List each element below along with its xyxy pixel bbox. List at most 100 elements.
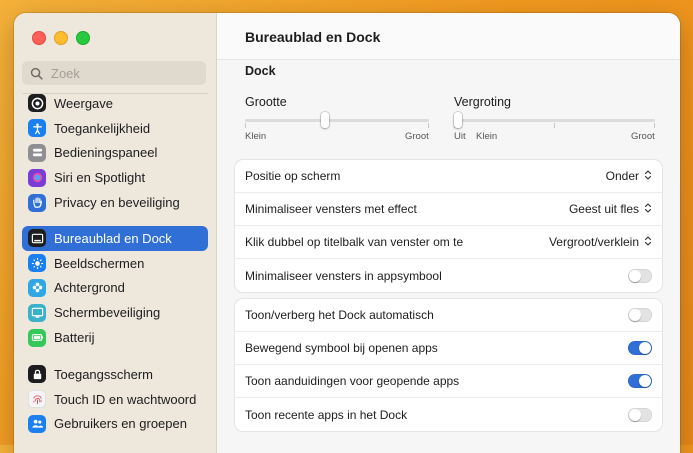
sidebar-item-touch-id-en-wachtwoord[interactable]: Touch ID en wachtwoord: [22, 387, 208, 412]
sidebar-item-batterij[interactable]: Batterij: [22, 325, 208, 350]
slider-tick: [428, 123, 429, 128]
slider-tick: [554, 123, 555, 128]
setting-label: Toon/verberg het Dock automatisch: [245, 308, 434, 322]
battery-icon: [28, 328, 46, 347]
setting-row: Toon aanduidingen voor geopende apps: [235, 365, 662, 398]
sidebar: Weergave Toegankelijkheid Bedieningspaneel…: [14, 13, 217, 453]
content-header: Bureaublad en Dock: [217, 13, 680, 60]
size-slider-label: Grootte: [245, 95, 287, 109]
window-controls: [32, 31, 90, 45]
accessibility-icon: [28, 119, 46, 138]
settings-window: Weergave Toegankelijkheid Bedieningspaneel…: [14, 13, 680, 453]
popup-value: Onder: [605, 169, 639, 183]
lock-icon: [28, 365, 46, 384]
setting-popup-button[interactable]: Onder: [606, 169, 652, 184]
sidebar-group-system: Weergave Toegankelijkheid Bedieningspaneel…: [22, 91, 208, 215]
dock-settings-card: Positie op scherm Onder Minimaliseer venst…: [235, 160, 662, 292]
setting-label: Toon aanduidingen voor geopende apps: [245, 374, 460, 388]
setting-label: Minimaliseer vensters met effect: [245, 202, 417, 216]
search-input[interactable]: [49, 64, 203, 82]
setting-toggle[interactable]: [628, 268, 652, 283]
sidebar-item-label: Schermbeveiliging: [54, 305, 161, 321]
sidebar-item-gebruikers-en-groepen[interactable]: Gebruikers en groepen: [22, 412, 208, 437]
sidebar-item-label: Bedieningspaneel: [54, 145, 158, 161]
setting-row: Minimaliseer vensters met effect Geest ui…: [235, 193, 662, 226]
sidebar-item-achtergrond[interactable]: Achtergrond: [22, 276, 208, 301]
sidebar-item-label: Toegankelijkheid: [54, 120, 151, 136]
size-slider-thumb[interactable]: [320, 112, 329, 128]
chevron-up-down-icon: [639, 169, 652, 184]
chevron-up-down-icon: [639, 235, 652, 250]
setting-popup-button[interactable]: Vergroot/verklein: [549, 235, 652, 250]
setting-toggle[interactable]: [628, 407, 652, 422]
setting-toggle[interactable]: [628, 374, 652, 388]
close-window-button[interactable]: [32, 31, 46, 45]
magnify-slider-label: Vergroting: [454, 95, 511, 109]
sidebar-item-bedieningspaneel[interactable]: Bedieningspaneel: [22, 141, 208, 166]
sidebar-item-weergave[interactable]: Weergave: [22, 91, 208, 116]
search-field[interactable]: [22, 61, 206, 85]
magnify-slider-thumb[interactable]: [454, 112, 462, 128]
setting-toggle[interactable]: [628, 341, 652, 355]
slider-tick: [245, 123, 246, 128]
control-center-icon: [28, 143, 46, 162]
setting-row: Klik dubbel op titelbalk van venster om …: [235, 226, 662, 259]
setting-label: Positie op scherm: [245, 169, 341, 183]
magnify-max-label: Groot: [631, 131, 655, 142]
sidebar-item-label: Bureaublad en Dock: [54, 230, 172, 246]
sidebar-item-label: Weergave: [54, 95, 114, 111]
magnify-min-label: Klein: [476, 131, 498, 142]
setting-label: Bewegend symbool bij openen apps: [245, 341, 438, 355]
sidebar-item-privacy-en-beveiliging[interactable]: Privacy en beveiliging: [22, 190, 208, 215]
popup-value: Geest uit fles: [568, 202, 639, 216]
setting-label: Minimaliseer vensters in appsymbool: [245, 268, 442, 283]
minimize-window-button[interactable]: [54, 31, 68, 45]
size-max-label: Groot: [405, 131, 429, 142]
sidebar-item-beeldschermen[interactable]: Beeldschermen: [22, 251, 208, 276]
slider-tick: [654, 123, 655, 128]
main-content: Bureaublad en Dock Dock Grootte Klein Gr…: [217, 13, 680, 453]
size-min-label: Klein: [245, 131, 267, 142]
setting-toggle[interactable]: [628, 308, 652, 322]
sidebar-group-security: Toegangsscherm Touch ID en wachtwoord Gebr…: [22, 362, 208, 436]
screensaver-icon: [28, 303, 46, 322]
sidebar-item-label: Touch ID en wachtwoord: [54, 391, 197, 407]
display-sun-icon: [28, 254, 46, 273]
magnify-slider-track[interactable]: [454, 119, 655, 122]
sidebar-item-siri-en-spotlight[interactable]: Siri en Spotlight: [22, 165, 208, 190]
setting-row: Positie op scherm Onder: [235, 160, 662, 193]
accessibility-circle-icon: [28, 94, 46, 113]
setting-popup-button[interactable]: Geest uit fles: [569, 202, 652, 217]
sidebar-item-label: Toegangsscherm: [54, 366, 153, 382]
users-icon: [28, 414, 46, 433]
setting-row: Toon recente apps in het Dock: [235, 398, 662, 431]
sidebar-item-toegankelijkheid[interactable]: Toegankelijkheid: [22, 116, 208, 141]
fingerprint-icon: [28, 390, 46, 409]
siri-icon: [28, 168, 46, 187]
dock-behavior-card: Toon/verberg het Dock automatisch Bewegen…: [235, 299, 662, 431]
chevron-up-down-icon: [639, 202, 652, 217]
sidebar-item-toegangsscherm[interactable]: Toegangsscherm: [22, 362, 208, 387]
sidebar-item-label: Privacy en beveiliging: [54, 195, 180, 211]
setting-row: Toon/verberg het Dock automatisch: [235, 299, 662, 332]
sidebar-item-label: Achtergrond: [54, 280, 125, 296]
sidebar-item-label: Siri en Spotlight: [54, 170, 146, 186]
magnify-off-label: Uit: [454, 131, 466, 142]
setting-row: Minimaliseer vensters in appsymbool: [235, 259, 662, 292]
setting-label: Klik dubbel op titelbalk van venster om …: [245, 235, 464, 249]
hand-icon: [28, 193, 46, 212]
size-slider-track[interactable]: [245, 119, 429, 122]
sidebar-item-label: Batterij: [54, 330, 95, 346]
setting-row: Bewegend symbool bij openen apps: [235, 332, 662, 365]
popup-value: Vergroot/verklein: [548, 235, 639, 249]
wallpaper-flower-icon: [28, 278, 46, 297]
page-title: Bureaublad en Dock: [245, 29, 381, 45]
setting-label: Toon recente apps in het Dock: [245, 407, 408, 422]
sidebar-item-bureaublad-en-dock[interactable]: Bureaublad en Dock: [22, 226, 208, 251]
zoom-window-button[interactable]: [76, 31, 90, 45]
dock-icon: [28, 229, 46, 248]
sidebar-item-label: Gebruikers en groepen: [54, 416, 187, 432]
sidebar-item-schermbeveiliging[interactable]: Schermbeveiliging: [22, 300, 208, 325]
sidebar-item-label: Beeldschermen: [54, 255, 145, 271]
sidebar-group-desktop: Bureaublad en Dock Beeldschermen Achtergro…: [22, 226, 208, 350]
